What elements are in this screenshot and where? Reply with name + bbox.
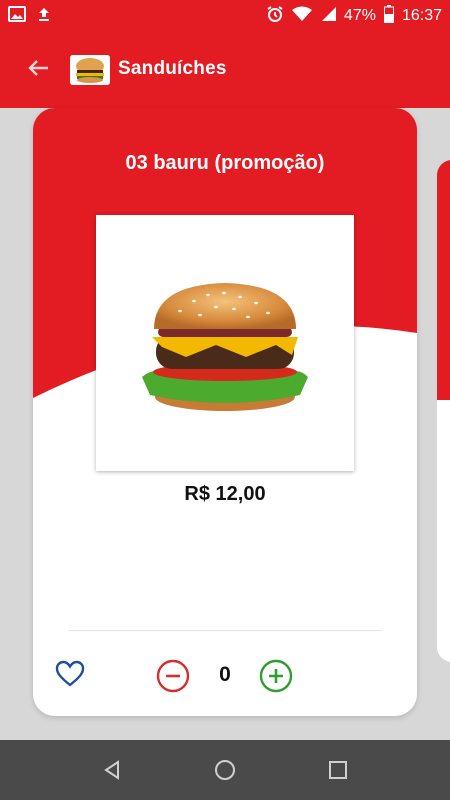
plus-circle-icon xyxy=(259,659,293,697)
nav-home-button[interactable] xyxy=(213,758,237,782)
product-image xyxy=(96,215,354,471)
battery-percent: 47% xyxy=(343,7,376,24)
alarm-icon xyxy=(266,5,284,28)
status-time: 16:37 xyxy=(401,7,442,24)
status-left xyxy=(8,5,52,27)
wifi-icon xyxy=(291,6,312,27)
burger-image xyxy=(142,283,308,411)
category-avatar xyxy=(70,55,110,85)
gallery-icon xyxy=(8,5,26,27)
heart-icon xyxy=(55,660,85,692)
recents-square-icon xyxy=(326,761,350,786)
back-triangle-icon xyxy=(100,760,124,786)
upload-icon xyxy=(36,6,52,27)
next-product-card[interactable] xyxy=(437,160,450,662)
favorite-button[interactable] xyxy=(55,660,85,690)
battery-icon xyxy=(383,4,394,28)
system-nav-bar xyxy=(0,740,450,800)
minus-circle-icon xyxy=(156,659,190,697)
home-circle-icon xyxy=(213,760,237,786)
back-button[interactable] xyxy=(24,56,52,84)
status-bar: 47% 16:37 xyxy=(0,0,450,32)
page-title: Sanduíches xyxy=(118,58,227,79)
nav-recents-button[interactable] xyxy=(326,758,350,782)
next-card-header xyxy=(437,160,450,400)
status-right: 47% 16:37 xyxy=(266,4,442,28)
back-arrow-icon xyxy=(27,59,49,82)
decrease-quantity-button[interactable] xyxy=(156,659,190,693)
increase-quantity-button[interactable] xyxy=(259,659,293,693)
divider xyxy=(68,630,382,631)
product-price: R$ 12,00 xyxy=(184,483,266,505)
quantity-value: 0 xyxy=(219,663,231,686)
product-name: 03 bauru (promoção) xyxy=(125,152,325,174)
product-card: 03 bauru (promoção) R$ 12,00 0 xyxy=(33,108,417,716)
nav-back-button[interactable] xyxy=(100,758,124,782)
app-bar: Sanduíches xyxy=(0,32,450,108)
signal-icon xyxy=(320,6,336,27)
